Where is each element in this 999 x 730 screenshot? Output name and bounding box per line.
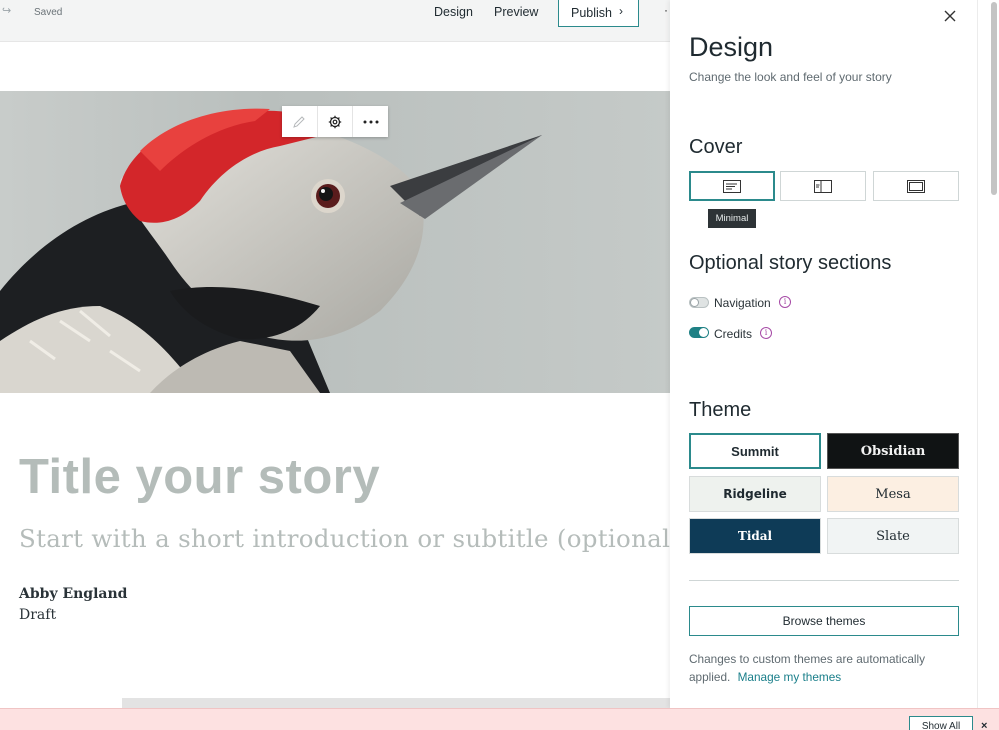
panel-scrollbar-thumb[interactable] [991,2,997,195]
toggle-knob [690,298,699,307]
design-nav-button[interactable]: Design [434,5,473,19]
manage-themes-link[interactable]: Manage my themes [738,670,842,684]
publish-button[interactable]: Publish › [558,0,639,27]
top-bar: ↪ Saved Design Preview Publish › · [0,0,670,42]
edit-button[interactable] [282,106,318,137]
close-panel-button[interactable] [941,7,959,25]
more-menu-icon[interactable]: · [664,3,668,17]
toggle-knob [699,328,708,337]
cover-tooltip: Minimal [708,209,756,228]
cover-option-side-by-side[interactable] [780,171,866,201]
theme-tidal[interactable]: Tidal [689,518,821,554]
design-panel [670,0,999,708]
redo-icon[interactable]: ↪ [2,5,14,17]
cover-heading: Cover [689,136,743,158]
banner-close-icon[interactable]: × [981,720,987,730]
ellipsis-icon [363,120,379,123]
publish-label: Publish [571,6,612,20]
settings-button[interactable] [318,106,354,137]
navigation-toggle[interactable] [689,297,709,308]
theme-summit[interactable]: Summit [689,433,821,469]
theme-heading: Theme [689,399,752,421]
show-all-button[interactable]: Show All [909,716,973,730]
story-title-input[interactable]: Title your story [19,449,380,505]
cover-option-full[interactable] [873,171,959,201]
cover-side-icon [814,179,832,193]
cover-option-minimal[interactable] [689,171,775,201]
credits-toggle[interactable] [689,327,709,338]
sections-heading: Optional story sections [689,252,892,274]
theme-obsidian[interactable]: Obsidian [827,433,959,469]
cover-full-icon [907,179,925,193]
author-name: Abby England [19,586,128,602]
credits-label: Credits [714,327,753,341]
navigation-info-icon[interactable]: i [779,296,791,308]
panel-divider [689,580,959,581]
theme-ridgeline[interactable]: Ridgeline [689,476,821,512]
more-options-button[interactable] [353,106,388,137]
browse-themes-button[interactable]: Browse themes [689,606,959,636]
gear-icon [328,115,342,128]
navigation-label: Navigation [714,296,771,310]
story-status: Draft [19,607,57,623]
notification-banner [0,708,999,730]
image-toolbar [282,106,388,137]
cover-minimal-icon [723,179,741,193]
preview-nav-button[interactable]: Preview [494,5,538,19]
story-subtitle-input[interactable]: Start with a short introduction or subti… [19,524,680,553]
pencil-icon [293,115,306,128]
panel-title: Design [689,32,774,62]
close-icon [944,10,956,22]
credits-info-icon[interactable]: i [760,327,772,339]
saved-status: Saved [34,7,63,18]
custom-themes-note: Changes to custom themes are automatical… [689,650,959,686]
panel-subtitle: Change the look and feel of your story [689,70,892,84]
theme-mesa[interactable]: Mesa [827,476,959,512]
chevron-right-icon: › [619,4,623,18]
theme-slate[interactable]: Slate [827,518,959,554]
